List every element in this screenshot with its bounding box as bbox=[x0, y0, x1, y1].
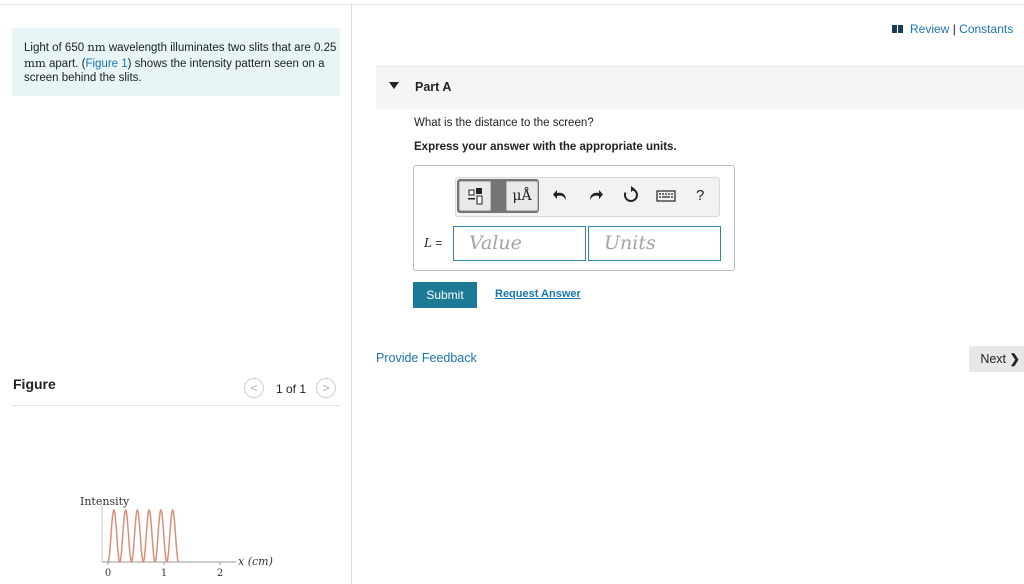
submit-button[interactable]: Submit bbox=[413, 282, 477, 308]
equals-sign: = bbox=[431, 236, 443, 250]
instruction-text: Express your answer with the appropriate… bbox=[414, 141, 677, 153]
review-link[interactable]: Review bbox=[910, 22, 949, 36]
problem-text: Light of 650 bbox=[24, 42, 88, 54]
part-title[interactable]: Part A bbox=[415, 80, 451, 94]
figure-divider bbox=[12, 405, 340, 406]
next-button[interactable]: Next ❯ bbox=[969, 346, 1024, 372]
problem-text: apart. ( bbox=[45, 57, 86, 70]
provide-feedback-link[interactable]: Provide Feedback bbox=[376, 351, 477, 365]
reset-icon[interactable] bbox=[622, 186, 640, 210]
top-divider bbox=[0, 4, 1024, 5]
help-button[interactable]: ? bbox=[696, 186, 704, 206]
request-answer-link[interactable]: Request Answer bbox=[495, 288, 581, 300]
undo-icon[interactable] bbox=[553, 186, 569, 210]
problem-statement: Light of 650 nm wavelength illuminates t… bbox=[12, 28, 340, 96]
units-input[interactable]: Units bbox=[588, 226, 721, 261]
intensity-graph: Intensity 0 1 2 x (cm) bbox=[80, 495, 273, 579]
intensity-curve bbox=[107, 508, 180, 564]
figure-title: Figure bbox=[13, 376, 56, 392]
templates-icon bbox=[468, 188, 483, 205]
keyboard-icon[interactable] bbox=[656, 186, 676, 210]
x-axis-label: x (cm) bbox=[238, 555, 273, 568]
redo-icon[interactable] bbox=[587, 186, 603, 210]
book-icon bbox=[892, 22, 904, 33]
chevron-right-icon: ❯ bbox=[1009, 352, 1020, 366]
collapse-triangle-icon[interactable] bbox=[389, 82, 399, 89]
part-a-header[interactable] bbox=[376, 66, 1024, 109]
figure-pager: 1 of 1 bbox=[276, 382, 307, 396]
figure-link[interactable]: Figure 1 bbox=[85, 58, 127, 70]
templates-button[interactable] bbox=[459, 181, 491, 211]
next-label: Next bbox=[980, 352, 1007, 366]
chevron-left-icon[interactable]: < bbox=[244, 378, 264, 398]
x-tick-label: 0 bbox=[105, 568, 111, 579]
problem-text: wavelength illuminates two slits that ar… bbox=[105, 42, 337, 54]
chevron-right-icon[interactable]: > bbox=[316, 378, 336, 398]
unit-mm: mm bbox=[24, 55, 46, 70]
value-input[interactable]: Value bbox=[453, 226, 586, 261]
variable-symbol: L bbox=[424, 236, 432, 250]
review-constants: Review | Constants bbox=[892, 22, 1013, 36]
x-tick-label: 2 bbox=[217, 568, 223, 579]
constants-link[interactable]: Constants bbox=[959, 22, 1013, 36]
link-separator: | bbox=[952, 22, 956, 36]
y-axis-label: Intensity bbox=[80, 495, 130, 508]
panel-divider bbox=[351, 4, 352, 584]
x-tick-label: 1 bbox=[161, 568, 167, 579]
question-text: What is the distance to the screen? bbox=[414, 117, 594, 129]
variable-label: L = bbox=[424, 236, 442, 250]
units-button[interactable]: μÅ bbox=[506, 181, 538, 211]
unit-nm: nm bbox=[87, 40, 106, 54]
